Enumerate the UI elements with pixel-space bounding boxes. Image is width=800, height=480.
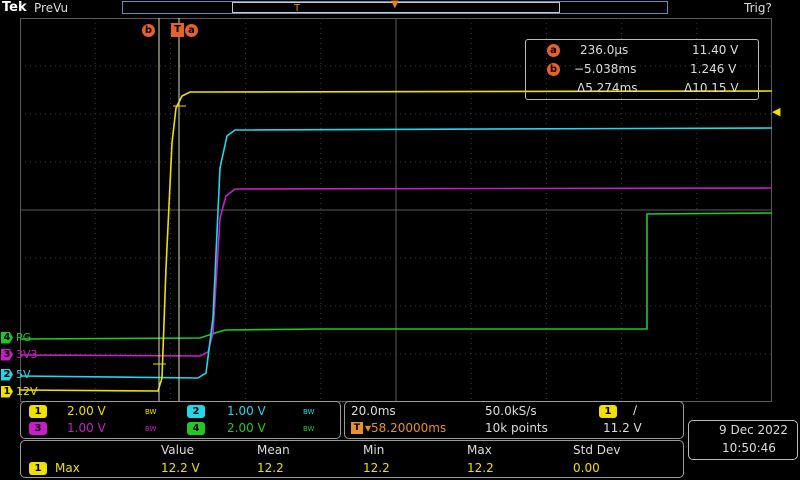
trigger-level-icon: ◀ (772, 105, 781, 118)
time: 10:50:46 (722, 441, 776, 455)
meas-mean: 12.2 (257, 461, 284, 475)
cursor-b-value: 1.246 V (690, 62, 737, 76)
cursor-readout: a 236.0µs 11.40 V b −5.038ms 1.246 V Δ5.… (525, 39, 759, 100)
ch1-bw-icon: BW (145, 408, 157, 416)
acquisition-mode: PreVu (34, 1, 69, 15)
meas-min: 12.2 (363, 461, 390, 475)
ch1-name: 12V (16, 385, 38, 398)
ch3-bw-icon: BW (145, 425, 157, 433)
time-per-div: 20.0ms (351, 404, 396, 418)
ch4-marker-icon: 4 (1, 331, 13, 344)
cursor-b-icon: b (547, 63, 560, 76)
meas-header-value: Value (161, 443, 194, 457)
cursor-a-time: 236.0µs (580, 43, 629, 57)
expansion-point-icon: ▼ (391, 0, 399, 10)
record-length: 10k points (485, 421, 548, 435)
ch4-label[interactable]: 4 PG (1, 331, 31, 344)
ch4-scale: 2.00 V (227, 421, 266, 435)
cursor-b-time: −5.038ms (574, 62, 637, 76)
ch4-name: PG (16, 331, 32, 344)
trigger-level: 11.2 V (603, 421, 642, 435)
trigger-source-chip[interactable]: 1 (599, 405, 617, 418)
cursor-b-badge[interactable]: b (142, 24, 155, 37)
trigger-position-marker: T (294, 3, 301, 14)
brand-logo: Tek (2, 0, 27, 15)
meas-header-mean: Mean (257, 443, 290, 457)
meas-stddev: 0.00 (573, 461, 600, 475)
ch4-bw-icon: BW (303, 425, 315, 433)
meas-header-stddev: Std Dev (573, 443, 621, 457)
ch4-chip[interactable]: 4 (187, 422, 205, 435)
ch2-name: 5V (16, 368, 31, 381)
trigger-point-marker: T (171, 23, 184, 37)
meas-name: Max (55, 461, 80, 475)
vertical-scale-panel[interactable]: 1 2.00 V BW 2 1.00 V BW 3 1.00 V BW 4 2.… (20, 401, 341, 439)
ch1-chip[interactable]: 1 (29, 405, 47, 418)
ch1-label[interactable]: 1 12V (1, 385, 38, 398)
trigger-status: Trig? (744, 1, 772, 15)
horizontal-position: ▾58.20000ms (365, 421, 447, 435)
cursor-delta-time: Δ5.274ms (577, 81, 638, 95)
ch1-marker-icon: 1 (1, 385, 13, 398)
datetime-panel: 9 Dec 2022 10:50:46 (688, 420, 798, 460)
meas-header-max: Max (467, 443, 492, 457)
cursor-a-badge[interactable]: a (185, 24, 198, 37)
top-bar: Tek PreVu T ▼ Trig? (0, 0, 800, 18)
date: 9 Dec 2022 (719, 423, 789, 437)
cursor-delta-value: Δ10.15 V (684, 81, 739, 95)
meas-header-min: Min (363, 443, 385, 457)
ch3-label[interactable]: 3 3V3 (1, 348, 38, 361)
cursor-a-icon: a (547, 44, 560, 57)
ch3-name: 3V3 (16, 348, 38, 361)
ch2-label[interactable]: 2 5V (1, 368, 31, 381)
meas-source-chip[interactable]: 1 (29, 462, 47, 475)
meas-value: 12.2 V (161, 461, 200, 475)
ch2-scale: 1.00 V (227, 404, 266, 418)
meas-max: 12.2 (467, 461, 494, 475)
cursor-a-value: 11.40 V (692, 43, 739, 57)
trigger-delay-icon: T (351, 422, 363, 434)
ch3-chip[interactable]: 3 (29, 422, 47, 435)
ch2-bw-icon: BW (303, 408, 315, 416)
horizontal-panel[interactable]: 20.0ms 50.0kS/s T ▾58.20000ms 10k points… (344, 401, 684, 439)
sample-rate: 50.0kS/s (485, 404, 537, 418)
trigger-slope-icon: ∕ (633, 403, 638, 417)
ch2-marker-icon: 2 (1, 368, 13, 381)
ch3-scale: 1.00 V (67, 421, 106, 435)
ch2-chip[interactable]: 2 (187, 405, 205, 418)
measurement-panel[interactable]: Value Mean Min Max Std Dev 1 Max 12.2 V … (20, 440, 684, 478)
ch3-marker-icon: 3 (1, 348, 13, 361)
ch1-scale: 2.00 V (67, 404, 106, 418)
